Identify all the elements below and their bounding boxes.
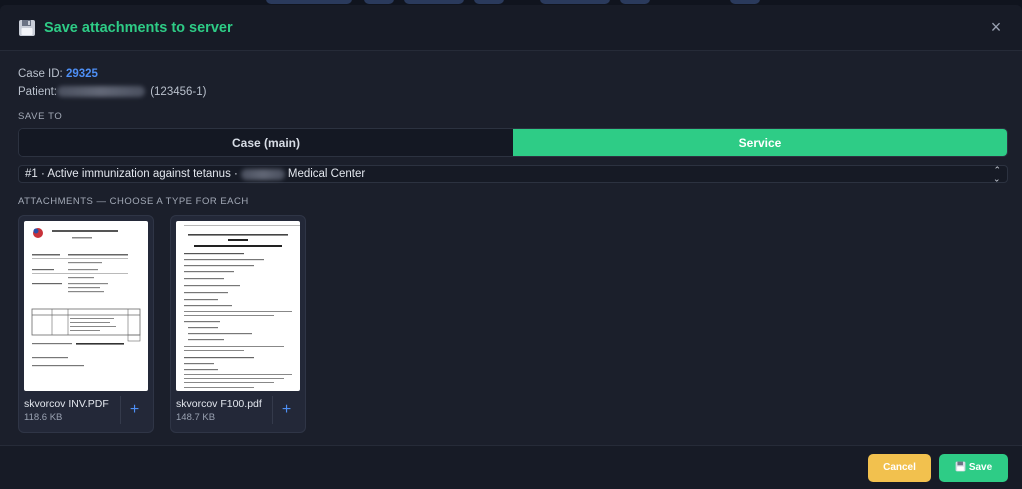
invoice-document-preview (31, 228, 141, 367)
case-id-line: Case ID: 29325 (18, 65, 1008, 83)
floppy-disk-icon (955, 461, 966, 475)
attachment-footer: skvorcov INV.PDF 118.6 KB + (24, 396, 148, 424)
patient-id: (123456-1) (150, 86, 207, 98)
floppy-disk-icon (17, 18, 37, 38)
select-chevron-icon: ⌃ ⌃ (993, 165, 1001, 184)
attachment-card: skvorcov INV.PDF 118.6 KB + (18, 215, 154, 433)
service-select[interactable]: #1 · Active immunization against tetanus… (18, 165, 1008, 183)
cancel-button[interactable]: Cancel (868, 453, 931, 482)
background-tab (266, 0, 352, 4)
save-to-service-button[interactable]: Service (513, 129, 1007, 156)
background-tab (364, 0, 394, 4)
form-document-preview (184, 225, 300, 388)
background-tab (474, 0, 504, 4)
attachment-info: skvorcov F100.pdf 148.7 KB (176, 398, 272, 424)
save-attachments-dialog: Save attachments to server × Case ID: 29… (0, 5, 1022, 489)
patient-label: Patient: (18, 86, 57, 98)
attachment-filename: skvorcov INV.PDF (24, 398, 109, 410)
attachment-info: skvorcov INV.PDF 118.6 KB (24, 398, 120, 424)
dialog-header: Save attachments to server × (0, 5, 1022, 51)
redacted-patient-name (57, 86, 145, 98)
save-to-label: SAVE TO (18, 111, 63, 122)
add-type-button[interactable]: + (272, 396, 300, 424)
save-button[interactable]: Save (939, 453, 1008, 482)
pdf-preview-thumbnail[interactable] (176, 221, 300, 391)
close-icon[interactable]: × (986, 17, 1006, 38)
background-tab (620, 0, 650, 4)
dialog-title: Save attachments to server (44, 19, 233, 36)
service-select-suffix: Medical Center (287, 168, 366, 180)
case-id-link[interactable]: 29325 (66, 68, 98, 80)
attachment-filesize: 118.6 KB (24, 412, 63, 423)
attachment-card: skvorcov F100.pdf 148.7 KB + (170, 215, 306, 433)
add-type-button[interactable]: + (120, 396, 148, 424)
save-to-case-button[interactable]: Case (main) (19, 129, 513, 156)
attachment-filesize: 148.7 KB (176, 412, 216, 423)
case-id-label: Case ID: (18, 68, 63, 80)
save-to-toggle: Case (main) Service (18, 128, 1008, 157)
pdf-preview-thumbnail[interactable] (24, 221, 148, 391)
attachments-label: ATTACHMENTS — CHOOSE A TYPE FOR EACH (18, 196, 249, 207)
background-tab (730, 0, 760, 4)
patient-line: Patient: (123456-1) (18, 83, 1008, 101)
redacted-clinic-name (240, 168, 285, 180)
dialog-footer: Cancel Save (0, 445, 1022, 489)
background-tab (404, 0, 464, 4)
service-select-prefix: #1 · Active immunization against tetanus… (25, 168, 238, 180)
dialog-body: Case ID: 29325 Patient: (123456-1) SAVE … (0, 51, 1022, 433)
background-tab (540, 0, 610, 4)
attachment-footer: skvorcov F100.pdf 148.7 KB + (176, 396, 300, 424)
attachment-filename: skvorcov F100.pdf (176, 398, 262, 410)
save-button-label: Save (968, 462, 993, 473)
attachments-list: skvorcov INV.PDF 118.6 KB + skvorcov F10… (18, 215, 1008, 433)
